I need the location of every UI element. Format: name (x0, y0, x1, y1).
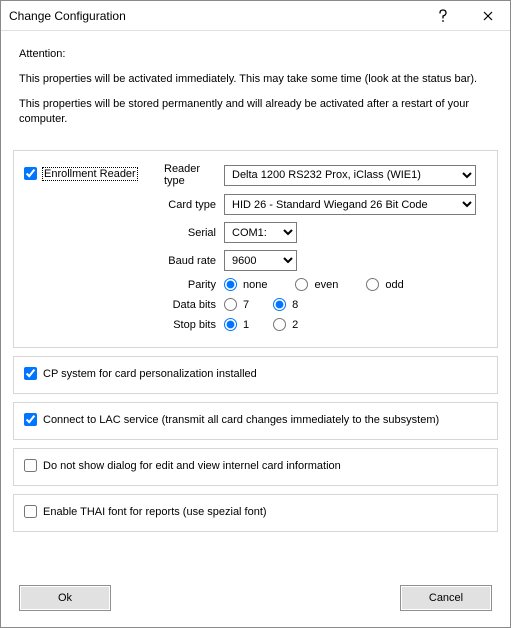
parity-label: Parity (24, 279, 224, 291)
reader-type-select[interactable]: Delta 1200 RS232 Prox, iClass (WIE1) (224, 165, 476, 186)
parity-none-label: none (243, 279, 267, 291)
lac-checkbox-input[interactable] (24, 413, 37, 426)
databits-8-input[interactable] (273, 298, 286, 311)
lac-group: Connect to LAC service (transmit all car… (13, 402, 498, 440)
parity-odd-input[interactable] (366, 278, 379, 291)
stopbits-1-radio[interactable]: 1 (224, 318, 249, 331)
databits-7-label: 7 (243, 299, 249, 311)
close-icon (483, 11, 493, 21)
hide-dialog-checkbox[interactable]: Do not show dialog for edit and view int… (24, 459, 341, 472)
help-icon (438, 9, 448, 23)
parity-even-label: even (314, 279, 338, 291)
databits-radio-group: 7 8 (224, 298, 298, 311)
change-configuration-dialog: Change Configuration Attention: This pro… (0, 0, 511, 628)
attention-block: Attention: This properties will be activ… (13, 41, 498, 146)
stopbits-2-radio[interactable]: 2 (273, 318, 298, 331)
parity-radio-group: none even odd (224, 278, 404, 291)
attention-line-1: This properties will be activated immedi… (19, 72, 492, 87)
baud-row: Baud rate 9600 (24, 250, 487, 271)
window-title: Change Configuration (9, 9, 420, 23)
thai-font-group: Enable THAI font for reports (use spezia… (13, 494, 498, 532)
serial-select[interactable]: COM1: (224, 222, 297, 243)
client-area: Attention: This properties will be activ… (1, 31, 510, 627)
card-type-label: Card type (24, 199, 224, 211)
stopbits-radio-group: 1 2 (224, 318, 298, 331)
footer-spacer (111, 585, 400, 611)
databits-8-label: 8 (292, 299, 298, 311)
parity-odd-radio[interactable]: odd (366, 278, 403, 291)
hide-dialog-label: Do not show dialog for edit and view int… (43, 460, 341, 472)
cp-system-checkbox-input[interactable] (24, 367, 37, 380)
databits-7-radio[interactable]: 7 (224, 298, 249, 311)
stopbits-label: Stop bits (24, 319, 224, 331)
hide-dialog-checkbox-input[interactable] (24, 459, 37, 472)
parity-odd-label: odd (385, 279, 403, 291)
thai-font-label: Enable THAI font for reports (use spezia… (43, 506, 267, 518)
databits-row: Data bits 7 8 (24, 298, 487, 311)
stopbits-2-input[interactable] (273, 318, 286, 331)
enrollment-reader-label: Enrollment Reader (43, 168, 137, 180)
enrollment-reader-checkbox-input[interactable] (24, 167, 37, 180)
stopbits-row: Stop bits 1 2 (24, 318, 487, 331)
baud-select[interactable]: 9600 (224, 250, 297, 271)
titlebar: Change Configuration (1, 1, 510, 31)
databits-8-radio[interactable]: 8 (273, 298, 298, 311)
parity-even-radio[interactable]: even (295, 278, 338, 291)
reader-type-label: Reader type (164, 163, 224, 187)
databits-7-input[interactable] (224, 298, 237, 311)
thai-font-checkbox-input[interactable] (24, 505, 37, 518)
serial-label: Serial (24, 227, 224, 239)
lac-label: Connect to LAC service (transmit all car… (43, 414, 439, 426)
help-button[interactable] (420, 1, 465, 30)
hide-dialog-group: Do not show dialog for edit and view int… (13, 448, 498, 486)
parity-none-radio[interactable]: none (224, 278, 267, 291)
thai-font-checkbox[interactable]: Enable THAI font for reports (use spezia… (24, 505, 267, 518)
stopbits-2-label: 2 (292, 319, 298, 331)
ok-button[interactable]: Ok (19, 585, 111, 611)
card-type-select[interactable]: HID 26 - Standard Wiegand 26 Bit Code (224, 194, 476, 215)
serial-row: Serial COM1: (24, 222, 487, 243)
attention-heading: Attention: (19, 47, 492, 62)
cp-system-checkbox[interactable]: CP system for card personalization insta… (24, 367, 257, 380)
card-type-row: Card type HID 26 - Standard Wiegand 26 B… (24, 194, 487, 215)
cp-system-group: CP system for card personalization insta… (13, 356, 498, 394)
dialog-footer: Ok Cancel (13, 581, 498, 617)
attention-line-2: This properties will be stored permanent… (19, 97, 492, 127)
stopbits-1-input[interactable] (224, 318, 237, 331)
stopbits-1-label: 1 (243, 319, 249, 331)
parity-row: Parity none even odd (24, 278, 487, 291)
parity-even-input[interactable] (295, 278, 308, 291)
enrollment-reader-row: Enrollment Reader Reader type Delta 1200… (24, 163, 487, 187)
close-button[interactable] (465, 1, 510, 30)
databits-label: Data bits (24, 299, 224, 311)
lac-checkbox[interactable]: Connect to LAC service (transmit all car… (24, 413, 439, 426)
cp-system-label: CP system for card personalization insta… (43, 368, 257, 380)
parity-none-input[interactable] (224, 278, 237, 291)
enrollment-reader-checkbox[interactable]: Enrollment Reader (24, 167, 137, 180)
cancel-button[interactable]: Cancel (400, 585, 492, 611)
baud-label: Baud rate (24, 255, 224, 267)
reader-group: Enrollment Reader Reader type Delta 1200… (13, 150, 498, 348)
